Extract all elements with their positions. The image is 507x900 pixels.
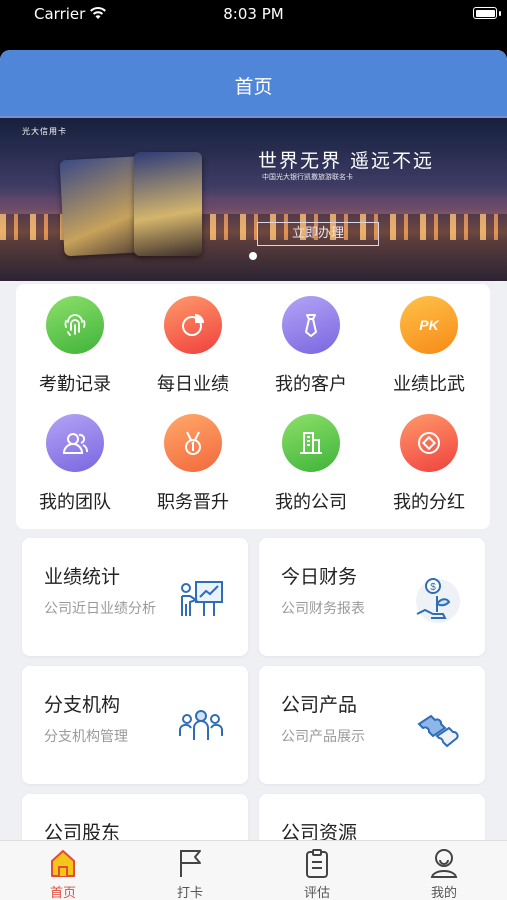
card-subtitle: 公司产品展示 bbox=[281, 729, 365, 745]
building-icon bbox=[282, 414, 340, 472]
group-icon bbox=[179, 710, 223, 740]
tab-bar: 首页 打卡 评估 我的 bbox=[0, 840, 507, 900]
page-title: 首页 bbox=[234, 76, 273, 98]
grid-item-attendance[interactable]: 考勤记录 bbox=[16, 284, 134, 395]
grid-item-pk[interactable]: PK 业绩比武 bbox=[370, 284, 488, 395]
tab-label: 评估 bbox=[303, 886, 330, 900]
money-plant-icon: $ bbox=[416, 578, 460, 623]
grid-item-my-team[interactable]: 我的团队 bbox=[16, 402, 134, 513]
svg-text:PK: PK bbox=[419, 317, 439, 333]
carousel-indicator[interactable] bbox=[249, 252, 257, 260]
card-title: 业绩统计 bbox=[44, 566, 121, 588]
tie-icon bbox=[282, 296, 340, 354]
grid-item-label: 考勤记录 bbox=[39, 374, 111, 395]
tab-label: 打卡 bbox=[176, 886, 203, 900]
bank-logo: 光大信用卡 bbox=[22, 127, 67, 136]
tab-label: 我的 bbox=[430, 886, 457, 900]
flag-icon bbox=[180, 850, 201, 877]
grid-item-my-customers[interactable]: 我的客户 bbox=[252, 284, 370, 395]
status-bar: Carrier 8:03 PM bbox=[0, 0, 507, 30]
credit-card-image bbox=[134, 152, 202, 256]
battery-icon bbox=[473, 7, 497, 19]
card-title: 公司产品 bbox=[281, 694, 358, 716]
svg-text:$: $ bbox=[430, 582, 436, 593]
grid-item-label: 每日业绩 bbox=[157, 374, 229, 395]
function-cards: 业绩统计 公司近日业绩分析 今日财务 公司财务报表 $ 分支机构 分支机构管理 bbox=[16, 538, 490, 900]
grid-item-label: 我的分红 bbox=[393, 492, 465, 513]
puzzle-icon bbox=[417, 714, 459, 748]
grid-item-label: 我的客户 bbox=[275, 374, 347, 395]
dividend-icon bbox=[400, 414, 458, 472]
user-icon bbox=[430, 849, 458, 878]
card-subtitle: 公司近日业绩分析 bbox=[44, 601, 156, 617]
pk-icon: PK bbox=[400, 296, 458, 354]
grid-item-label: 我的公司 bbox=[275, 492, 347, 513]
home-icon bbox=[51, 850, 75, 877]
grid-item-label: 我的团队 bbox=[39, 492, 111, 513]
card-title: 今日财务 bbox=[281, 566, 358, 588]
card-performance-stats[interactable]: 业绩统计 公司近日业绩分析 bbox=[22, 538, 248, 656]
medal-icon bbox=[164, 414, 222, 472]
battery-cap bbox=[499, 11, 501, 16]
pie-chart-icon bbox=[164, 296, 222, 354]
tab-check-in[interactable]: 打卡 bbox=[127, 841, 253, 900]
app-screen: 首页 光大信用卡 世界无界 遥远不远 中国光大银行凯撒旅游联名卡 立即办理 考勤… bbox=[0, 50, 507, 900]
nav-bar: 首页 bbox=[0, 50, 507, 116]
tab-mine[interactable]: 我的 bbox=[381, 841, 507, 900]
clipboard-icon bbox=[306, 849, 328, 878]
grid-item-label: 职务晋升 bbox=[157, 492, 229, 513]
grid-item-my-company[interactable]: 我的公司 bbox=[252, 402, 370, 513]
grid-item-label: 业绩比武 bbox=[393, 374, 465, 395]
apply-now-button[interactable]: 立即办理 bbox=[257, 222, 379, 246]
promo-banner[interactable]: 光大信用卡 世界无界 遥远不远 中国光大银行凯撒旅游联名卡 立即办理 bbox=[0, 118, 507, 281]
card-branches[interactable]: 分支机构 分支机构管理 bbox=[22, 666, 248, 784]
card-products[interactable]: 公司产品 公司产品展示 bbox=[259, 666, 485, 784]
feature-grid: 考勤记录 每日业绩 我的客户 PK 业绩比武 我的团队 职务晋升 我的公司 我的… bbox=[16, 284, 490, 529]
tab-evaluate[interactable]: 评估 bbox=[254, 841, 380, 900]
grid-item-dividends[interactable]: 我的分红 bbox=[370, 402, 488, 513]
card-subtitle: 公司财务报表 bbox=[281, 601, 365, 617]
team-icon bbox=[46, 414, 104, 472]
banner-subtitle: 中国光大银行凯撒旅游联名卡 bbox=[262, 173, 353, 181]
banner-slogan: 世界无界 遥远不远 bbox=[258, 150, 435, 172]
tab-label: 首页 bbox=[49, 886, 76, 900]
grid-item-promotion[interactable]: 职务晋升 bbox=[134, 402, 252, 513]
tab-home[interactable]: 首页 bbox=[0, 841, 126, 900]
card-today-finance[interactable]: 今日财务 公司财务报表 $ bbox=[259, 538, 485, 656]
presentation-icon bbox=[181, 581, 223, 616]
card-title: 分支机构 bbox=[44, 694, 121, 716]
fingerprint-icon bbox=[46, 296, 104, 354]
card-subtitle: 分支机构管理 bbox=[44, 729, 128, 745]
grid-item-daily-performance[interactable]: 每日业绩 bbox=[134, 284, 252, 395]
clock: 8:03 PM bbox=[223, 5, 284, 23]
